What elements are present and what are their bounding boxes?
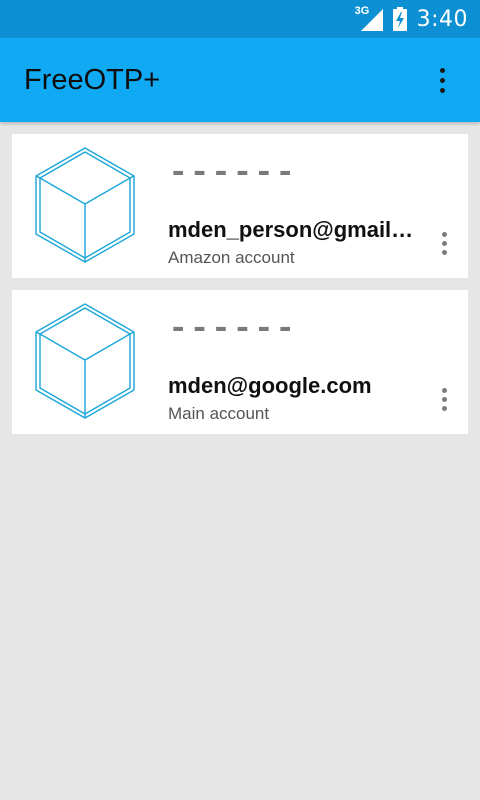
token-card[interactable]: ------ mden_person@gmail.com Amazon acco… [12,134,468,278]
token-label: mden_person@gmail.com [168,217,418,242]
overflow-menu-button[interactable] [426,64,458,96]
token-code: ------ [168,311,297,349]
app-title: FreeOTP+ [24,64,161,96]
more-vert-icon-dot [439,87,445,93]
cube-icon [28,144,142,268]
battery-charging-icon [392,7,407,31]
token-menu-button[interactable] [432,228,456,258]
token-menu-button[interactable] [432,384,456,414]
clock: 3:40 [416,6,468,32]
token-label: mden@google.com [168,373,372,398]
more-vert-icon-dot [441,240,447,246]
more-vert-icon [439,67,445,73]
token-issuer: Amazon account [168,248,295,267]
token-issuer: Main account [168,404,270,423]
status-icons: 3G 3:40 [355,0,468,38]
token-code: ------ [168,155,297,193]
cell-signal-icon: 3G [355,5,383,31]
status-bar: 3G 3:40 [0,0,480,38]
cube-icon [28,300,142,424]
more-vert-icon-dot [441,396,447,402]
app-bar: FreeOTP+ [0,38,480,122]
more-vert-icon-dot [441,249,447,255]
more-vert-icon-dot [441,405,447,411]
more-vert-icon [441,387,447,393]
more-vert-icon [441,231,447,237]
token-card[interactable]: ------ mden@google.com Main account [12,290,468,434]
token-list: ------ mden_person@gmail.com Amazon acco… [12,134,468,446]
more-vert-icon-dot [439,77,445,83]
